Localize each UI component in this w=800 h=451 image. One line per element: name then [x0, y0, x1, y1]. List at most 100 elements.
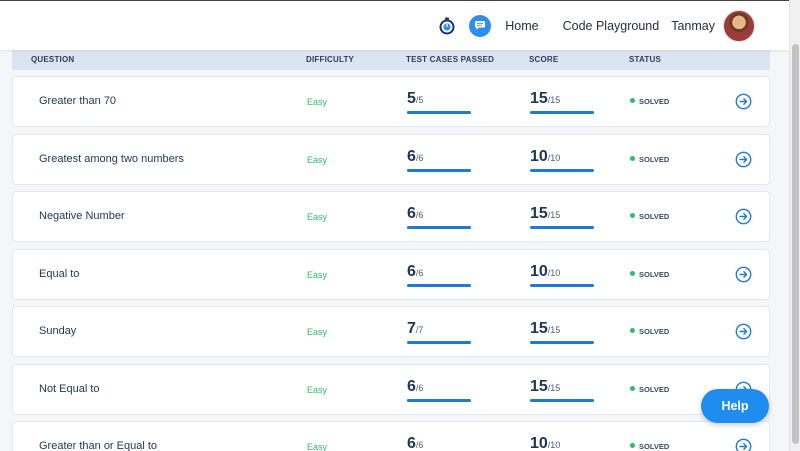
status-dot — [630, 155, 635, 161]
difficulty-label: Easy — [307, 327, 328, 337]
score: 15/15 — [530, 378, 594, 402]
score-value: 15 — [530, 320, 548, 337]
test-cases-passed-count: 6 — [407, 377, 416, 395]
arrow-right-circle-icon[interactable] — [735, 323, 752, 340]
score-progress-fill — [530, 283, 594, 287]
arrow-right-circle-icon[interactable] — [735, 93, 752, 110]
status-dot — [630, 328, 635, 333]
test-cases-progress-bar — [407, 283, 471, 287]
top-navbar: Home Code Playground Tanmay — [0, 0, 789, 50]
test-cases-progress-bar — [407, 398, 471, 402]
test-cases-total: /6 — [415, 210, 424, 220]
help-button[interactable]: Help — [701, 389, 769, 423]
scrollbar[interactable] — [789, 0, 800, 451]
score: 10/10 — [530, 262, 594, 287]
timer-icon[interactable] — [438, 17, 456, 35]
score-progress-bar — [530, 341, 594, 344]
score-total: /15 — [547, 210, 561, 220]
header-question: QUESTION — [31, 55, 75, 64]
test-cases-progress-fill — [407, 341, 471, 344]
question-name[interactable]: Equal to — [39, 268, 79, 280]
score-progress-fill — [530, 168, 594, 172]
test-cases-progress-fill — [407, 168, 471, 172]
difficulty-label: Easy — [307, 269, 328, 280]
difficulty-label: Easy — [307, 442, 328, 451]
nav-home-link[interactable]: Home — [505, 19, 538, 33]
table-row[interactable]: Sunday Easy 7/7 15/15 SOLVED — [12, 306, 770, 357]
chat-icon[interactable] — [469, 14, 492, 37]
difficulty-label: Easy — [307, 384, 328, 395]
status-badge: SOLVED — [630, 327, 669, 336]
test-cases-progress-fill — [407, 111, 471, 114]
score: 15/15 — [530, 90, 594, 114]
test-cases-passed: 6/6 — [407, 435, 423, 451]
table-row[interactable]: Negative Number Easy 6/6 15/15 SOLVED — [12, 191, 770, 242]
table-row[interactable]: Equal to Easy 6/6 10/10 SOLVED — [12, 248, 770, 300]
arrow-right-circle-icon[interactable] — [735, 151, 752, 168]
test-cases-passed-count: 7 — [407, 320, 416, 337]
score-value: 15 — [530, 90, 548, 107]
score: 10/10 — [530, 435, 560, 451]
test-cases-progress-fill — [407, 283, 471, 287]
status-dot — [630, 385, 635, 391]
test-cases-total: /6 — [415, 382, 424, 393]
score-value: 15 — [530, 205, 548, 222]
score-total: /10 — [547, 152, 561, 163]
header-score: SCORE — [529, 55, 559, 64]
header-difficulty: DIFFICULTY — [306, 55, 355, 64]
question-name[interactable]: Greater than 70 — [39, 95, 116, 107]
test-cases-passed: 5/5 — [407, 90, 471, 114]
score-progress-fill — [530, 341, 594, 344]
score-progress-fill — [530, 226, 594, 229]
score-value: 10 — [530, 262, 548, 280]
score-total: /15 — [547, 95, 561, 105]
arrow-right-circle-icon[interactable] — [735, 208, 752, 225]
score: 10/10 — [530, 148, 594, 172]
question-name[interactable]: Negative Number — [39, 210, 125, 222]
arrow-right-circle-icon[interactable] — [735, 438, 752, 451]
user-name[interactable]: Tanmay — [671, 19, 715, 33]
test-cases-passed-count: 6 — [407, 435, 416, 451]
status-badge: SOLVED — [630, 155, 669, 164]
question-name[interactable]: Greater than or Equal to — [39, 440, 157, 451]
status-dot — [630, 443, 635, 448]
status-text: SOLVED — [639, 154, 670, 164]
header-test-cases: TEST CASES PASSED — [406, 55, 495, 64]
scrollbar-thumb[interactable] — [792, 44, 799, 444]
status-text: SOLVED — [639, 384, 670, 394]
nav-code-playground-link[interactable]: Code Playground — [563, 19, 660, 33]
test-cases-passed-count: 5 — [407, 90, 416, 107]
test-cases-passed-count: 6 — [407, 262, 416, 280]
test-cases-total: /7 — [415, 325, 424, 335]
test-cases-passed-count: 6 — [407, 205, 416, 222]
question-name[interactable]: Sunday — [39, 325, 76, 337]
table-header: QUESTION DIFFICULTY TEST CASES PASSED SC… — [12, 49, 770, 70]
score-progress-bar — [530, 168, 594, 172]
test-cases-total: /6 — [415, 440, 424, 450]
test-cases-passed: 6/6 — [407, 262, 471, 287]
status-dot — [630, 98, 635, 103]
table-row[interactable]: Greater than or Equal to Easy 6/6 10/10 … — [12, 421, 770, 451]
table-row[interactable]: Greater than 70 Easy 5/5 15/15 SOLVED — [12, 76, 770, 127]
score-progress-bar — [530, 283, 594, 287]
table-row[interactable]: Greatest among two numbers Easy 6/6 10/1… — [12, 133, 770, 185]
score-value: 10 — [530, 435, 548, 451]
test-cases-passed: 6/6 — [407, 377, 471, 402]
question-name[interactable]: Not Equal to — [39, 383, 100, 395]
avatar[interactable] — [723, 9, 755, 42]
test-cases-passed: 6/6 — [407, 205, 471, 229]
test-cases-progress-fill — [407, 398, 471, 402]
status-badge: SOLVED — [630, 385, 669, 394]
score-progress-bar — [530, 111, 594, 114]
table-row[interactable]: Not Equal to Easy 6/6 15/15 SOLVED — [12, 363, 770, 415]
arrow-right-circle-icon[interactable] — [735, 266, 752, 283]
score-progress-fill — [530, 398, 594, 402]
status-text: SOLVED — [639, 269, 670, 279]
status-dot — [630, 213, 635, 218]
score: 15/15 — [530, 205, 594, 229]
test-cases-progress-fill — [407, 226, 471, 229]
status-text: SOLVED — [639, 327, 670, 336]
score-progress-bar — [530, 398, 594, 402]
question-name[interactable]: Greatest among two numbers — [39, 153, 184, 165]
test-cases-passed-count: 6 — [407, 147, 416, 165]
